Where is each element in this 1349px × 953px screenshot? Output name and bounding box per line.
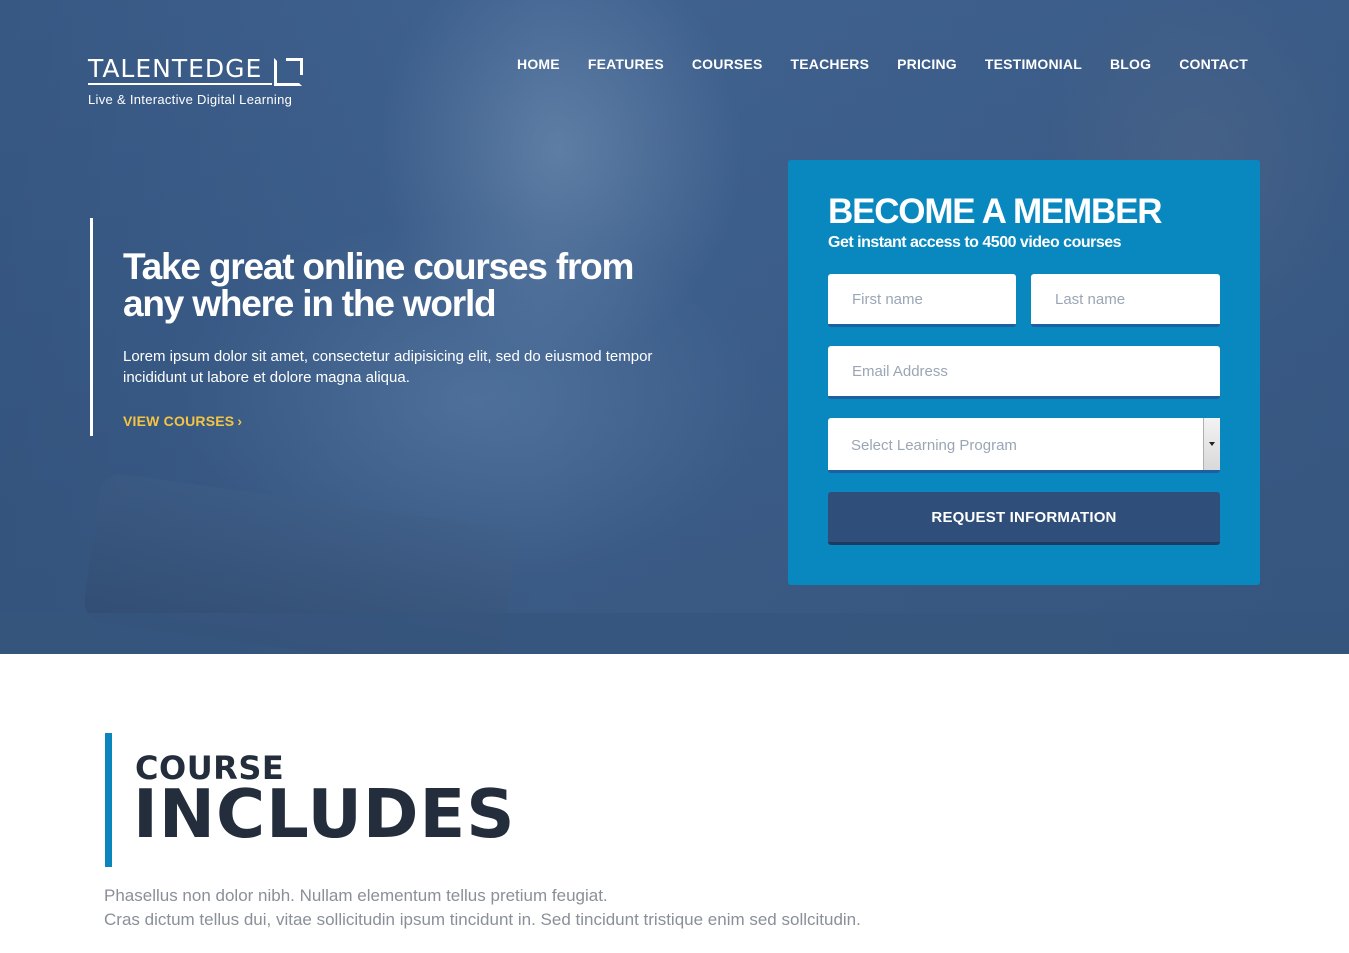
last-name-input[interactable] bbox=[1031, 274, 1220, 327]
learning-program-select[interactable]: Select Learning Program bbox=[828, 418, 1220, 473]
first-name-input[interactable] bbox=[828, 274, 1016, 327]
hero-headline: Take great online courses from any where… bbox=[123, 246, 634, 324]
form-title: BECOME A MEMBER bbox=[828, 192, 1163, 231]
nav-contact[interactable]: CONTACT bbox=[1179, 56, 1248, 72]
chevron-down-icon bbox=[1209, 442, 1215, 446]
learning-program-value: Select Learning Program bbox=[851, 437, 1017, 454]
hero-description: Lorem ipsum dolor sit amet, consectetur … bbox=[123, 348, 653, 386]
brand-name: TALENTEDGE bbox=[88, 54, 263, 83]
view-courses-label: VIEW COURSES bbox=[123, 413, 235, 429]
nav-features[interactable]: FEATURES bbox=[588, 56, 664, 72]
section-title: INCLUDES bbox=[133, 775, 516, 853]
brand-tagline: Live & Interactive Digital Learning bbox=[88, 92, 293, 107]
nav-courses[interactable]: COURSES bbox=[692, 56, 763, 72]
section-description-line-2: Cras dictum tellus dui, vitae sollicitud… bbox=[104, 910, 861, 929]
nav-blog[interactable]: BLOG bbox=[1110, 56, 1151, 72]
nav-pricing[interactable]: PRICING bbox=[897, 56, 957, 72]
brand-logo[interactable]: TALENTEDGE Live & Interactive Digital Le… bbox=[88, 54, 303, 107]
section-description: Phasellus non dolor nibh. Nullam element… bbox=[104, 884, 1004, 932]
select-dropdown-button[interactable] bbox=[1203, 418, 1220, 470]
external-link-icon bbox=[274, 58, 303, 86]
member-signup-form: BECOME A MEMBER Get instant access to 45… bbox=[788, 160, 1260, 585]
section-description-line-1: Phasellus non dolor nibh. Nullam element… bbox=[104, 886, 608, 905]
form-subtitle: Get instant access to 4500 video courses bbox=[828, 234, 1122, 251]
request-information-button[interactable]: REQUEST INFORMATION bbox=[828, 492, 1220, 545]
hero-text-block: Take great online courses from any where… bbox=[90, 218, 653, 436]
chevron-right-icon: › bbox=[237, 413, 243, 429]
nav-testimonial[interactable]: TESTIMONIAL bbox=[985, 56, 1082, 72]
logo-underline bbox=[88, 83, 272, 85]
view-courses-link[interactable]: VIEW COURSES › bbox=[123, 413, 242, 429]
section-accent-bar bbox=[105, 733, 112, 867]
nav-home[interactable]: HOME bbox=[517, 56, 560, 72]
main-nav: HOME FEATURES COURSES TEACHERS PRICING T… bbox=[517, 56, 1248, 72]
hero-bottom-band bbox=[0, 613, 1349, 654]
nav-teachers[interactable]: TEACHERS bbox=[791, 56, 870, 72]
email-input[interactable] bbox=[828, 346, 1220, 399]
